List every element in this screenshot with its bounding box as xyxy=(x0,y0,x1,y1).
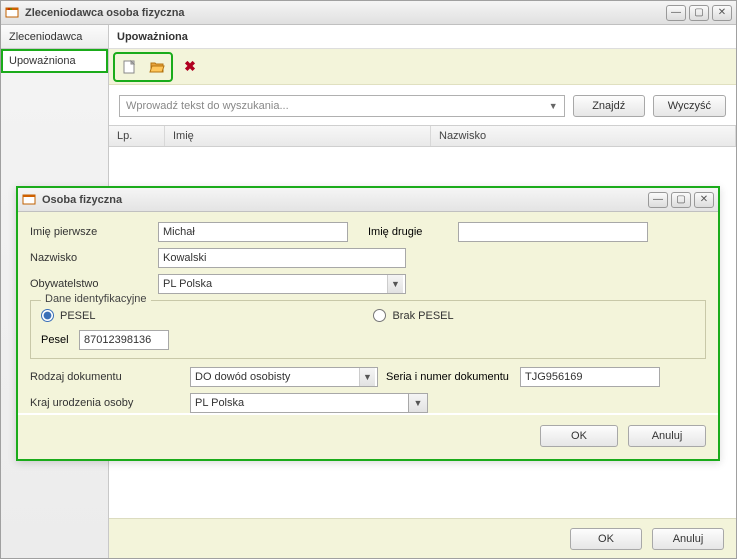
sidebar-tab-zleceniodawca[interactable]: Zleceniodawca xyxy=(1,25,108,49)
radio-pesel-label: PESEL xyxy=(60,310,95,322)
group-title: Dane identyfikacyjne xyxy=(41,293,151,305)
chevron-down-icon: ▼ xyxy=(359,368,375,386)
group-dane-identyfikacyjne: Dane identyfikacyjne PESEL Brak PESEL Pe… xyxy=(30,300,706,359)
label-nazwisko: Nazwisko xyxy=(30,252,158,264)
grid-header: Lp. Imię Nazwisko xyxy=(109,125,736,147)
maximize-button[interactable]: ▢ xyxy=(689,5,709,21)
app-icon xyxy=(5,6,19,20)
find-button[interactable]: Znajdź xyxy=(573,95,645,117)
input-nazwisko[interactable] xyxy=(158,248,406,268)
chevron-down-icon: ▼ xyxy=(409,394,427,412)
delete-button[interactable]: ✖ xyxy=(179,56,201,78)
chevron-down-icon: ▼ xyxy=(549,101,558,111)
chevron-down-icon: ▼ xyxy=(387,275,403,293)
label-kraj-urodzenia: Kraj urodzenia osoby xyxy=(30,397,190,409)
input-kraj-urodzenia[interactable] xyxy=(190,393,408,413)
label-pesel: Pesel xyxy=(41,334,79,346)
select-obywatelstwo[interactable]: PL Polska ▼ xyxy=(158,274,406,294)
open-button[interactable] xyxy=(146,56,168,78)
dialog-minimize-button[interactable]: — xyxy=(648,192,668,208)
dialog-maximize-button[interactable]: ▢ xyxy=(671,192,691,208)
main-window-controls: — ▢ ✕ xyxy=(666,5,732,21)
person-dialog: Osoba fizyczna — ▢ ✕ Imię pierwsze Imię … xyxy=(16,186,720,461)
search-placeholder: Wprowadź tekst do wyszukania... xyxy=(126,100,289,112)
dialog-window-controls: — ▢ ✕ xyxy=(648,192,714,208)
sidebar-tab-label: Zleceniodawca xyxy=(9,31,82,43)
radio-brak-pesel[interactable] xyxy=(373,309,386,322)
main-cancel-button[interactable]: Anuluj xyxy=(652,528,724,550)
label-imie-drugie: Imię drugie xyxy=(368,226,458,238)
kraj-urodzenia-dropdown[interactable]: ▼ xyxy=(408,393,428,413)
search-input[interactable]: Wprowadź tekst do wyszukania... ▼ xyxy=(119,95,565,117)
panel-header-text: Upoważniona xyxy=(117,31,188,43)
radio-brak-pesel-label: Brak PESEL xyxy=(392,310,453,322)
clear-button[interactable]: Wyczyść xyxy=(653,95,726,117)
input-imie-drugie[interactable] xyxy=(458,222,648,242)
new-document-icon xyxy=(121,59,137,75)
toolbar-new-group xyxy=(115,54,171,80)
sidebar-tab-label: Upoważniona xyxy=(9,55,76,67)
minimize-button[interactable]: — xyxy=(666,5,686,21)
dialog-title: Osoba fizyczna xyxy=(42,194,648,206)
input-pesel[interactable] xyxy=(79,330,169,350)
label-rodzaj-dokumentu: Rodzaj dokumentu xyxy=(30,371,190,383)
col-imie[interactable]: Imię xyxy=(165,126,431,146)
dialog-footer: OK Anuluj xyxy=(18,415,718,459)
label-seria-numer: Seria i numer dokumentu xyxy=(386,371,520,383)
app-icon xyxy=(22,193,36,207)
toolbar: ✖ xyxy=(109,49,736,85)
label-obywatelstwo: Obywatelstwo xyxy=(30,278,158,290)
main-ok-button[interactable]: OK xyxy=(570,528,642,550)
close-button[interactable]: ✕ xyxy=(712,5,732,21)
main-footer: OK Anuluj xyxy=(109,518,736,558)
dialog-body: Imię pierwsze Imię drugie Nazwisko Obywa… xyxy=(18,212,718,413)
dialog-cancel-button[interactable]: Anuluj xyxy=(628,425,706,447)
col-nazwisko[interactable]: Nazwisko xyxy=(431,126,736,146)
panel-header: Upoważniona xyxy=(109,25,736,49)
new-button[interactable] xyxy=(118,56,140,78)
input-seria-numer[interactable] xyxy=(520,367,660,387)
sidebar-tab-upowazniona[interactable]: Upoważniona xyxy=(1,49,108,73)
folder-open-icon xyxy=(149,59,165,75)
main-titlebar: Zleceniodawca osoba fizyczna — ▢ ✕ xyxy=(1,1,736,25)
select-rodzaj-dokumentu[interactable]: DO dowód osobisty ▼ xyxy=(190,367,378,387)
main-title: Zleceniodawca osoba fizyczna xyxy=(25,7,666,19)
label-imie-pierwsze: Imię pierwsze xyxy=(30,226,158,238)
dialog-close-button[interactable]: ✕ xyxy=(694,192,714,208)
delete-x-icon: ✖ xyxy=(184,58,196,75)
dialog-ok-button[interactable]: OK xyxy=(540,425,618,447)
dialog-titlebar: Osoba fizyczna — ▢ ✕ xyxy=(18,188,718,212)
radio-pesel[interactable] xyxy=(41,309,54,322)
input-imie-pierwsze[interactable] xyxy=(158,222,348,242)
search-bar: Wprowadź tekst do wyszukania... ▼ Znajdź… xyxy=(109,85,736,125)
col-lp[interactable]: Lp. xyxy=(109,126,165,146)
